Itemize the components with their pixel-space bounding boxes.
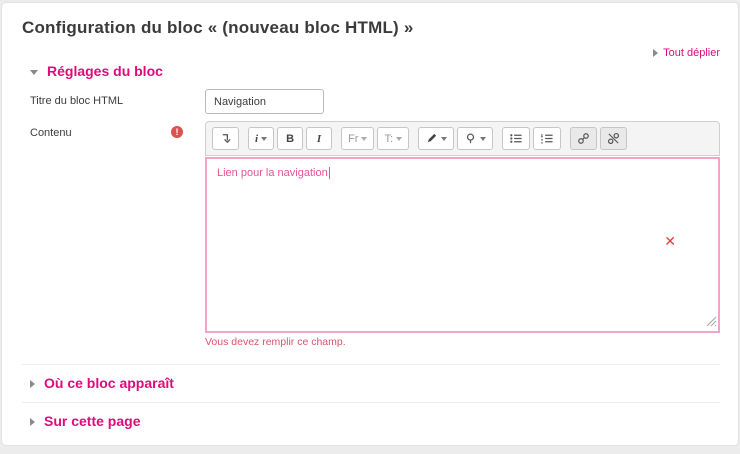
chevron-right-icon: [30, 418, 35, 427]
expand-all-row: Tout déplier: [22, 47, 720, 59]
resize-handle[interactable]: [706, 316, 717, 330]
chevron-down-icon: [30, 69, 38, 75]
caret-down-icon: [361, 136, 368, 141]
content-field-label: Contenu: [30, 127, 72, 139]
toolbar-unlink-button[interactable]: [600, 127, 628, 150]
toolbar-highlight-color-button[interactable]: [457, 127, 494, 150]
section-this-page-label: Sur cette page: [44, 413, 141, 429]
title-field-row: Titre du bloc HTML: [22, 89, 720, 114]
section-block-settings[interactable]: Réglages du bloc: [22, 63, 720, 79]
editor-text: Lien pour la navigation: [217, 167, 328, 179]
caret-down-icon: [441, 136, 448, 141]
toolbar-link-button[interactable]: [570, 127, 598, 150]
editor-toolbar: i B I Fr T:: [205, 121, 720, 156]
toolbar-ordered-list-button[interactable]: [533, 127, 562, 150]
validation-error-message: Vous devez remplir ce champ.: [205, 336, 346, 348]
link-icon: [578, 133, 589, 144]
pen-icon: [427, 133, 437, 143]
toolbar-bold-button[interactable]: B: [277, 127, 304, 150]
chevron-right-icon: [30, 380, 35, 389]
section-on-this-page[interactable]: Sur cette page: [22, 402, 720, 439]
error-x-icon: ✕: [664, 233, 676, 249]
section-block-settings-label: Réglages du bloc: [47, 63, 163, 79]
form-card: Configuration du bloc « (nouveau bloc HT…: [1, 2, 739, 446]
caret-down-icon: [480, 136, 487, 141]
block-title-input[interactable]: [205, 89, 324, 114]
caret-down-icon: [261, 136, 268, 141]
page-title: Configuration du bloc « (nouveau bloc HT…: [22, 18, 414, 37]
lightbulb-icon: [466, 133, 475, 144]
required-exclamation-icon: !: [171, 126, 183, 138]
collapse-arrow-icon: [222, 134, 231, 144]
expand-all-link[interactable]: Tout déplier: [653, 47, 720, 59]
section-where-label: Où ce bloc apparaît: [44, 375, 174, 391]
numbered-list-icon: [540, 134, 553, 144]
toolbar-font-family-button[interactable]: Fr: [341, 127, 375, 150]
section-where-block-appears[interactable]: Où ce bloc apparaît: [22, 364, 720, 401]
expand-all-label: Tout déplier: [663, 47, 720, 59]
bullet-list-icon: [510, 134, 522, 143]
unlink-icon: [607, 132, 620, 145]
editor-content-area[interactable]: Lien pour la navigation ✕: [205, 157, 720, 333]
toolbar-styles-button[interactable]: i: [248, 127, 275, 150]
toolbar-collapse-button[interactable]: [212, 127, 239, 150]
toolbar-pen-color-button[interactable]: [418, 127, 455, 150]
toolbar-italic-button[interactable]: I: [306, 127, 333, 150]
chevron-right-icon: [653, 49, 659, 58]
toolbar-font-size-button[interactable]: T:: [377, 127, 410, 150]
caret-down-icon: [396, 136, 403, 141]
resize-grip-icon: [706, 316, 717, 327]
toolbar-unordered-list-button[interactable]: [502, 127, 531, 150]
content-field-row: Contenu ! i B I Fr T: Lien pour la navig…: [22, 121, 720, 348]
text-cursor: [328, 167, 330, 179]
title-field-label: Titre du bloc HTML: [30, 95, 124, 107]
